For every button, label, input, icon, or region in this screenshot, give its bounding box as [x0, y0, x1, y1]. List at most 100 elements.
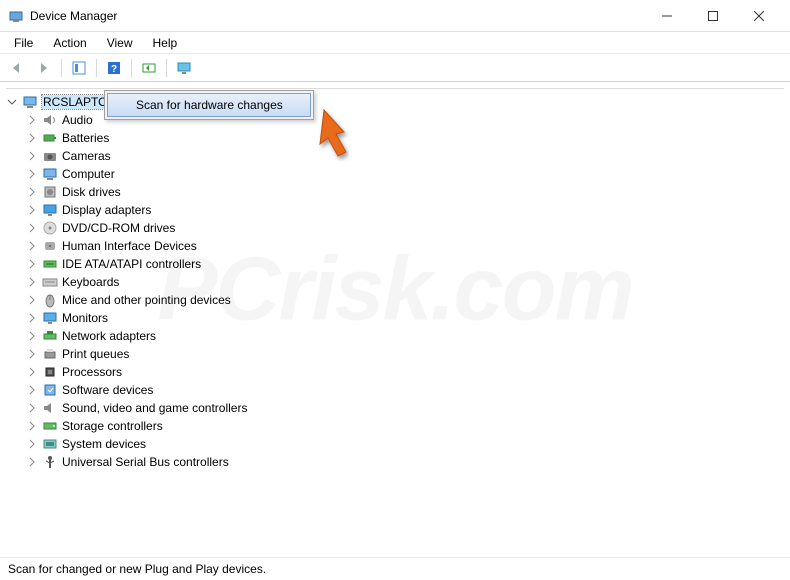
computer-icon	[42, 166, 58, 182]
expand-icon[interactable]	[26, 456, 38, 468]
cpu-icon	[42, 364, 58, 380]
tree-node[interactable]: Software devices	[6, 381, 784, 399]
tree-node[interactable]: Human Interface Devices	[6, 237, 784, 255]
tree-node-label: Print queues	[62, 347, 129, 361]
expand-icon[interactable]	[26, 348, 38, 360]
tree-node-label: Software devices	[62, 383, 153, 397]
tree-node-label: Universal Serial Bus controllers	[62, 455, 229, 469]
svg-text:?: ?	[111, 64, 117, 75]
expand-icon[interactable]	[26, 384, 38, 396]
storage-icon	[42, 418, 58, 434]
tree-node-label: Mice and other pointing devices	[62, 293, 231, 307]
statusbar: Scan for changed or new Plug and Play de…	[0, 558, 790, 580]
expand-icon[interactable]	[26, 204, 38, 216]
expand-icon[interactable]	[26, 420, 38, 432]
tree-node-label: Sound, video and game controllers	[62, 401, 247, 415]
display-icon	[42, 202, 58, 218]
tree-node[interactable]: Processors	[6, 363, 784, 381]
monitor-icon	[42, 310, 58, 326]
expand-icon[interactable]	[26, 366, 38, 378]
scan-hardware-button[interactable]	[137, 57, 161, 79]
cd-icon	[42, 220, 58, 236]
context-menu: Scan for hardware changes	[104, 90, 314, 120]
sound-icon	[42, 400, 58, 416]
back-button[interactable]	[6, 57, 30, 79]
tree-node-label: Storage controllers	[62, 419, 163, 433]
expand-icon[interactable]	[26, 186, 38, 198]
tree-node-label: Network adapters	[62, 329, 156, 343]
show-hide-tree-button[interactable]	[67, 57, 91, 79]
network-icon	[42, 328, 58, 344]
tree-node-label: System devices	[62, 437, 146, 451]
tree-node-label: DVD/CD-ROM drives	[62, 221, 175, 235]
tree-node[interactable]: Sound, video and game controllers	[6, 399, 784, 417]
hid-icon	[42, 238, 58, 254]
tree-node[interactable]: Storage controllers	[6, 417, 784, 435]
tree-node[interactable]: Monitors	[6, 309, 784, 327]
toolbar-separator	[96, 59, 97, 77]
tree-node[interactable]: Cameras	[6, 147, 784, 165]
software-icon	[42, 382, 58, 398]
printer-icon	[42, 346, 58, 362]
expand-icon[interactable]	[26, 276, 38, 288]
tree-node-label: Processors	[62, 365, 122, 379]
forward-button[interactable]	[32, 57, 56, 79]
expand-icon[interactable]	[26, 438, 38, 450]
tree-node[interactable]: Batteries	[6, 129, 784, 147]
menu-help[interactable]: Help	[145, 34, 186, 52]
tree-node-label: Computer	[62, 167, 115, 181]
tree-node[interactable]: Universal Serial Bus controllers	[6, 453, 784, 471]
tree-node-label: Disk drives	[62, 185, 121, 199]
expand-icon[interactable]	[26, 402, 38, 414]
minimize-button[interactable]	[644, 1, 690, 31]
tree-node-label: Keyboards	[62, 275, 119, 289]
tree-node[interactable]: System devices	[6, 435, 784, 453]
tree-node-label: IDE ATA/ATAPI controllers	[62, 257, 201, 271]
device-tree[interactable]: RCSLAPTOP AudioBatteriesCamerasComputerD…	[0, 82, 790, 558]
tree-node[interactable]: Keyboards	[6, 273, 784, 291]
close-button[interactable]	[736, 1, 782, 31]
mouse-icon	[42, 292, 58, 308]
tree-node[interactable]: Print queues	[6, 345, 784, 363]
expand-icon[interactable]	[26, 258, 38, 270]
tree-node[interactable]: Mice and other pointing devices	[6, 291, 784, 309]
expand-icon[interactable]	[26, 168, 38, 180]
menu-file[interactable]: File	[6, 34, 41, 52]
tree-node[interactable]: DVD/CD-ROM drives	[6, 219, 784, 237]
tree-node[interactable]: Computer	[6, 165, 784, 183]
tree-node-label: Cameras	[62, 149, 111, 163]
tree-node[interactable]: Network adapters	[6, 327, 784, 345]
window-title: Device Manager	[30, 9, 644, 23]
maximize-button[interactable]	[690, 1, 736, 31]
menubar: File Action View Help	[0, 32, 790, 54]
statusbar-text: Scan for changed or new Plug and Play de…	[8, 562, 266, 576]
monitor-button[interactable]	[172, 57, 196, 79]
tree-node[interactable]: IDE ATA/ATAPI controllers	[6, 255, 784, 273]
expand-icon[interactable]	[26, 240, 38, 252]
app-icon	[8, 8, 24, 24]
titlebar: Device Manager	[0, 0, 790, 32]
expand-icon[interactable]	[26, 222, 38, 234]
tree-node[interactable]: Display adapters	[6, 201, 784, 219]
menu-action[interactable]: Action	[45, 34, 94, 52]
expand-icon[interactable]	[26, 114, 38, 126]
expand-icon[interactable]	[26, 312, 38, 324]
annotation-arrow-icon	[314, 100, 384, 173]
keyboard-icon	[42, 274, 58, 290]
expand-icon[interactable]	[26, 330, 38, 342]
expand-icon[interactable]	[26, 150, 38, 162]
context-scan-hardware[interactable]: Scan for hardware changes	[107, 93, 311, 117]
expand-icon[interactable]	[26, 294, 38, 306]
collapse-icon[interactable]	[6, 96, 18, 108]
help-button[interactable]: ?	[102, 57, 126, 79]
ide-icon	[42, 256, 58, 272]
tree-node[interactable]: Disk drives	[6, 183, 784, 201]
disk-icon	[42, 184, 58, 200]
usb-icon	[42, 454, 58, 470]
tree-node-label: Human Interface Devices	[62, 239, 197, 253]
expand-icon[interactable]	[26, 132, 38, 144]
menu-view[interactable]: View	[99, 34, 141, 52]
toolbar-separator	[166, 59, 167, 77]
system-icon	[42, 436, 58, 452]
tree-node-label: Monitors	[62, 311, 108, 325]
